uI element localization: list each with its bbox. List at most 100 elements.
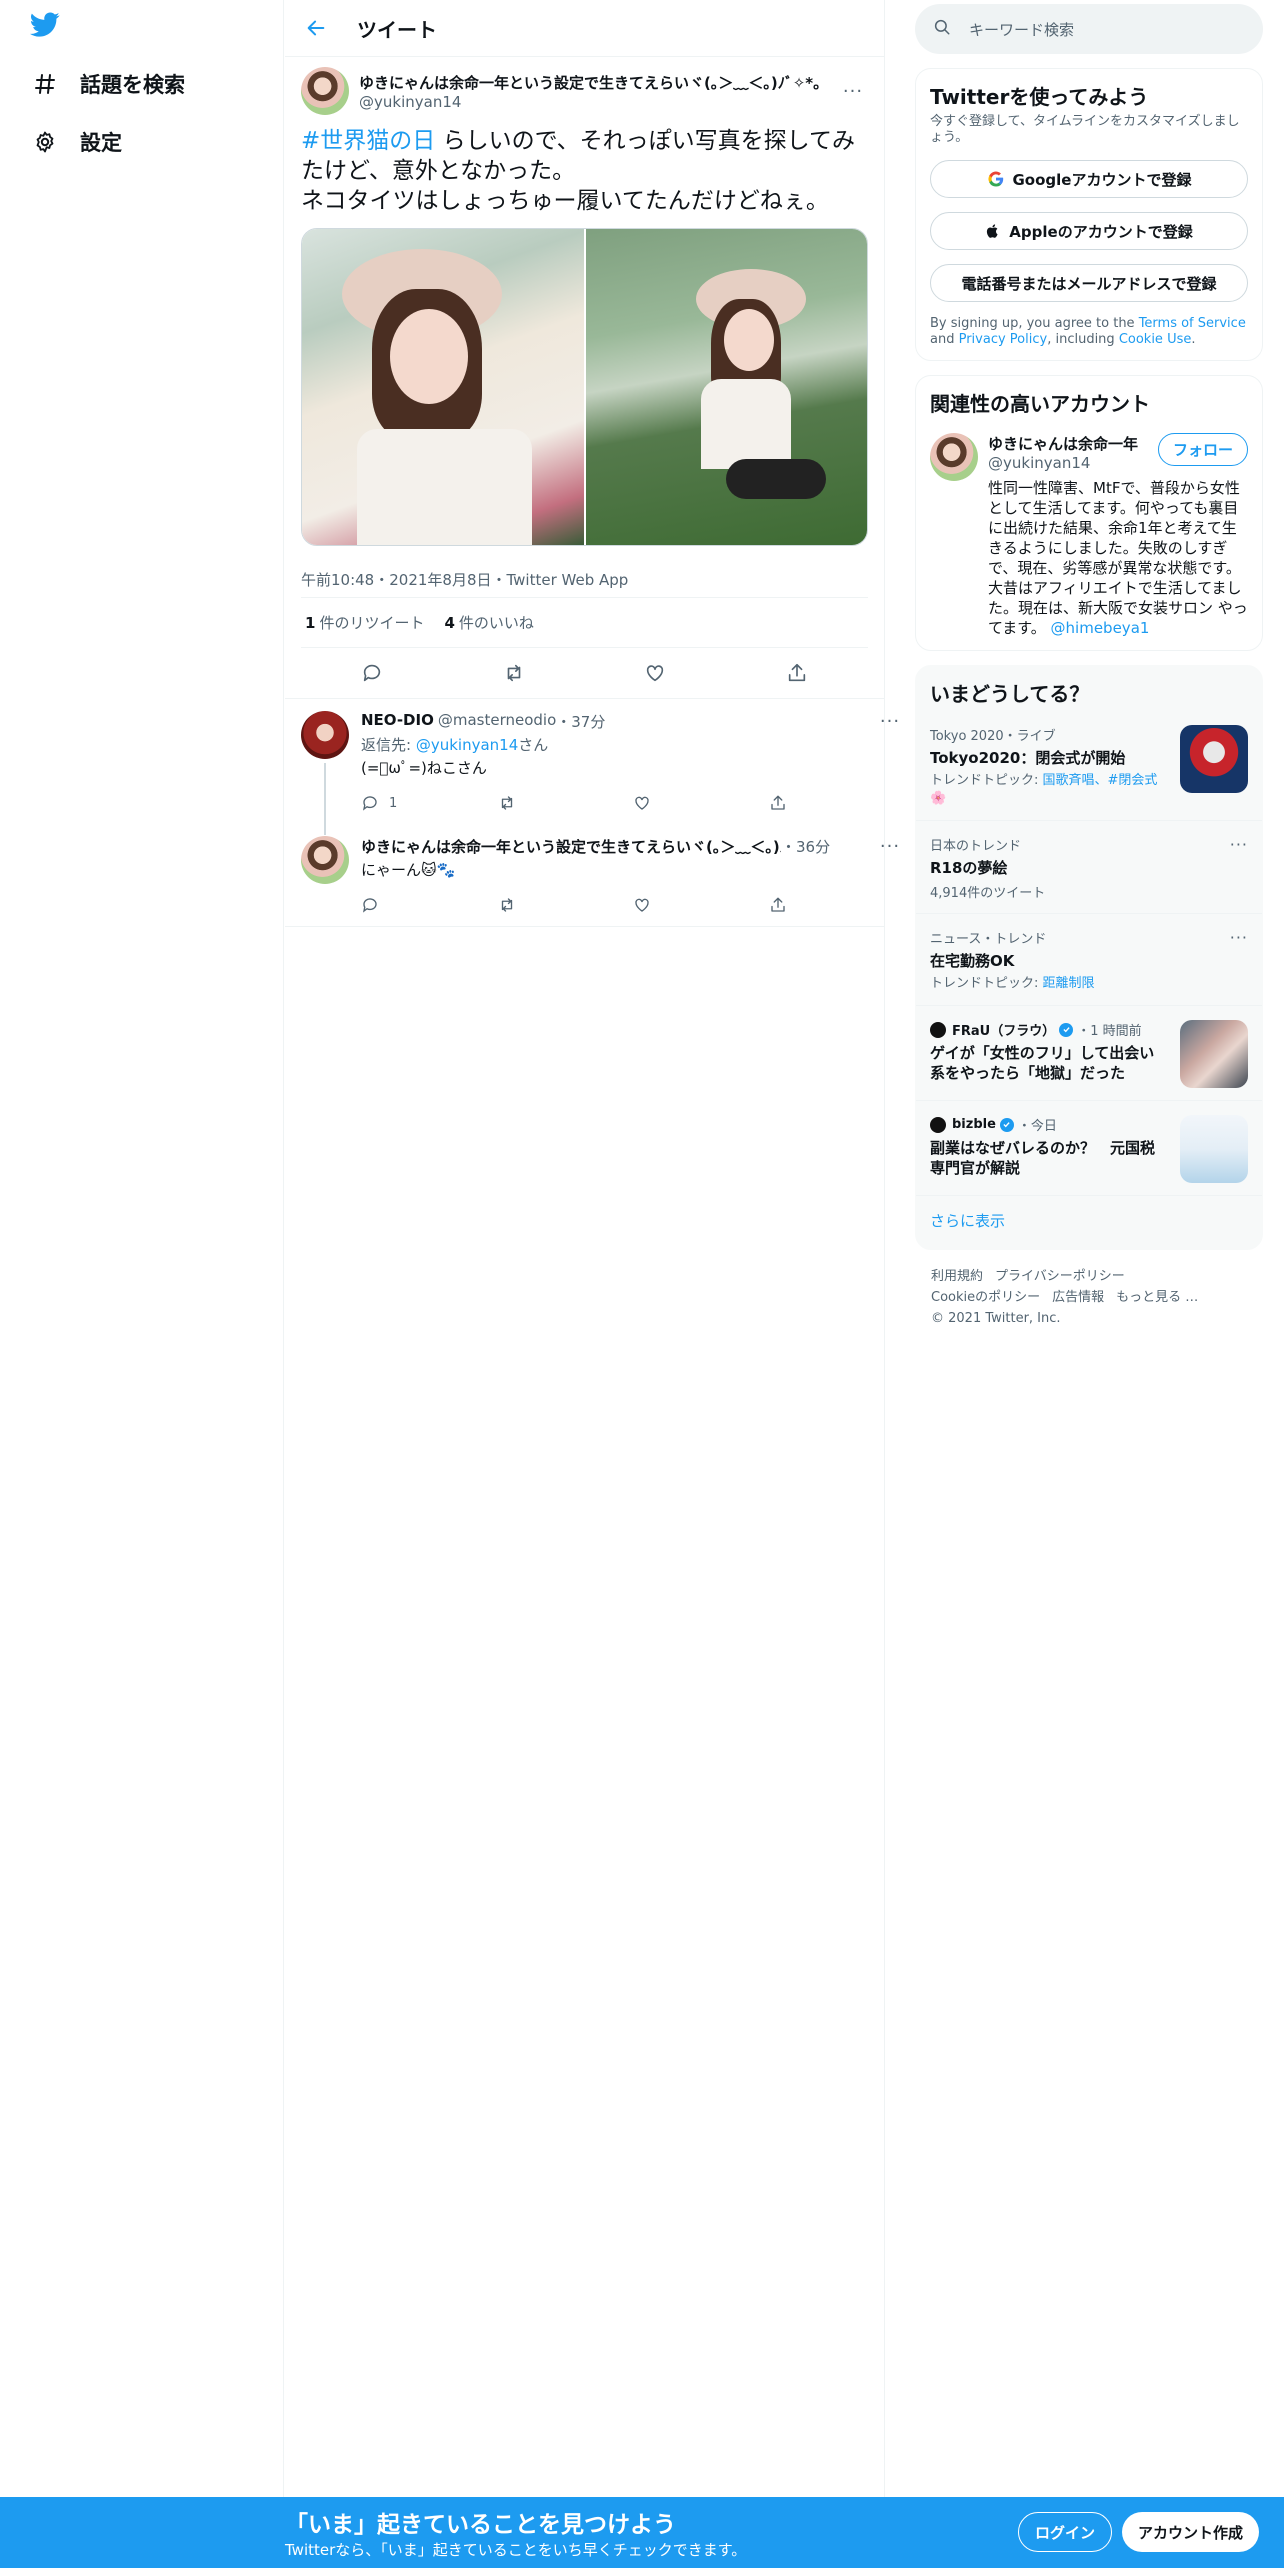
apple-signup-button[interactable]: Appleのアカウントで登録 [930,212,1248,250]
reply-tweet[interactable]: NEO-DIO @masterneodio ・37分 ··· 返信先: @yuk… [285,699,899,835]
trend-item[interactable]: bizble ・今日 副業はなぜバレるのか？ 元国税専門官が解説 [916,1101,1262,1196]
gear-icon [30,127,60,157]
news-time: ・今日 [1017,1119,1057,1134]
more-options-icon[interactable]: ··· [838,81,868,102]
trend-thumbnail [1180,1115,1248,1183]
trend-count: 4,914件のツイート [930,886,1046,901]
footer-link[interactable]: プライバシーポリシー [995,1269,1125,1284]
trend-title: 在宅勤務OK [930,952,1015,970]
retweet-icon[interactable] [497,656,531,690]
twitter-bird-icon[interactable] [30,12,64,42]
phone-email-signup-button[interactable]: 電話番号またはメールアドレスで登録 [930,264,1248,302]
trend-title: Tokyo2020：閉会式が開始 [930,749,1126,767]
google-signup-button[interactable]: Googleアカウントで登録 [930,160,1248,198]
reply-text: (=ﾟωﾟ=)ねこさん [361,759,487,777]
back-arrow-icon[interactable] [305,17,335,39]
tweet-text-line2: ネコタイツはしょっちゅー履いてたんだけどねぇ。 [301,188,829,214]
cookie-link[interactable]: Cookie Use [1119,332,1192,347]
trend-item[interactable]: ニュース・トレンド 在宅勤務OK トレンドトピック: 距離制限 ··· [916,914,1262,1006]
share-icon[interactable] [769,794,905,812]
search-input[interactable]: キーワード検索 [969,19,1074,40]
trend-topic-link[interactable]: 国歌斉唱、#閉会式 [1043,773,1158,788]
hashtag-link[interactable]: #世界猫の日 [301,128,435,154]
trend-title: 副業はなぜバレるのか？ 元国税専門官が解説 [930,1139,1156,1177]
signup-terms: By signing up, you agree to the Terms of… [930,316,1246,347]
google-icon [987,170,1005,188]
trend-item[interactable]: FRaU（フラウ） ・1 時間前 ゲイが「女性のフリ」して出会い系をやったら「地獄… [916,1006,1262,1101]
search-box[interactable]: キーワード検索 [915,4,1263,54]
bottom-bar-title: 「いま」起きていることを見つけよう [285,2512,676,2538]
signup-title: Twitterを使ってみよう [930,85,1149,109]
retweets-stat[interactable]: 1 件のリツイート [305,612,424,633]
create-account-button[interactable]: アカウント作成 [1122,2512,1260,2552]
copyright: © 2021 Twitter, Inc. [931,1311,1061,1326]
more-options-icon[interactable]: ··· [875,836,905,857]
follow-button[interactable]: フォロー [1157,433,1248,466]
page-title: ツイート [357,17,437,42]
like-icon[interactable] [638,656,672,690]
retweet-icon[interactable] [497,896,633,914]
tweet-photo-1[interactable] [302,229,584,545]
trend-meta: 日本のトレンド [930,839,1022,854]
reply-display-name[interactable]: ゆきにゃんは余命一年という設定で生きてえらいヾ(｡＞﹏＜｡)ﾉ [361,836,781,857]
nav-item-settings[interactable]: 設定 [30,117,122,167]
tweet-display-name[interactable]: ゆきにゃんは余命一年という設定で生きてえらいヾ(｡＞﹏＜｡)ﾉﾞ✧*。 [359,72,838,93]
reply-icon[interactable] [355,656,389,690]
footer-link[interactable]: もっと見る … [1116,1290,1198,1305]
retweet-icon[interactable] [497,794,633,812]
reply-time[interactable]: ・37分 [556,711,605,732]
show-more-link[interactable]: さらに表示 [930,1196,1248,1237]
reply-display-name[interactable]: NEO-DIO [361,711,434,732]
footer-link[interactable]: 利用規約 [931,1269,983,1284]
related-accounts-panel: 関連性の高いアカウント ゆきにゃんは余命一年 @yukinyan14 フォロー … [915,375,1263,651]
avatar[interactable] [301,711,349,759]
more-options-icon[interactable]: ··· [1230,928,1248,993]
related-account-handle[interactable]: @yukinyan14 [988,454,1158,472]
reply-time[interactable]: ・36分 [781,836,830,857]
trend-item[interactable]: Tokyo 2020・ライブ Tokyo2020：閉会式が開始 トレンドトピック… [916,711,1262,821]
nav-item-explore[interactable]: 話題を検索 [30,59,185,109]
more-options-icon[interactable]: ··· [875,711,905,732]
trend-title: ゲイが「女性のフリ」して出会い系をやったら「地獄」だった [930,1044,1155,1082]
likes-stat[interactable]: 4 件のいいね [444,612,533,633]
reply-icon[interactable] [361,896,497,914]
footer-links: 利用規約 プライバシーポリシー Cookieのポリシー 広告情報 もっと見る … © … [915,1266,1263,1329]
like-icon[interactable] [633,896,769,914]
main-tweet: ゆきにゃんは余命一年という設定で生きてえらいヾ(｡＞﹏＜｡)ﾉﾞ✧*。 @yuk… [285,57,884,699]
tweet-media [301,228,868,546]
tweet-handle[interactable]: @yukinyan14 [359,93,838,111]
news-time: ・1 時間前 [1077,1024,1142,1039]
tweet-timestamp[interactable]: 午前10:48・2021年8月8日・Twitter Web App [301,562,868,598]
related-account[interactable]: ゆきにゃんは余命一年 @yukinyan14 フォロー 性同一性障害、MtFで、… [930,433,1248,638]
avatar[interactable] [301,67,349,115]
tweet-photo-2[interactable] [585,229,867,545]
trend-item[interactable]: 日本のトレンド R18の夢絵 4,914件のツイート ··· [916,821,1262,914]
like-icon[interactable] [633,794,769,812]
related-account-name[interactable]: ゆきにゃんは余命一年 [988,433,1158,454]
avatar[interactable] [930,433,978,481]
reply-tweet[interactable]: ゆきにゃんは余命一年という設定で生きてえらいヾ(｡＞﹏＜｡)ﾉ ・36分 ···… [285,824,899,926]
left-navigation: 話題を検索 設定 [0,0,284,2500]
trend-topic-link[interactable]: 距離制限 [1043,976,1095,991]
avatar[interactable] [301,836,349,884]
more-options-icon[interactable]: ··· [1230,835,1248,901]
right-sidebar: キーワード検索 Twitterを使ってみよう 今すぐ登録して、タイムラインをカス… [915,0,1263,1329]
bio-mention-link[interactable]: @himebeya1 [1051,619,1150,637]
footer-link[interactable]: Cookieのポリシー [931,1290,1040,1305]
reply-to-handle-link[interactable]: @yukinyan14 [416,736,518,754]
hashtag-icon [30,69,60,99]
login-button[interactable]: ログイン [1018,2512,1113,2552]
reply-handle[interactable]: @masterneodio [438,711,556,732]
footer-link[interactable]: 広告情報 [1052,1290,1104,1305]
trend-meta: ニュース・トレンド [930,932,1047,947]
terms-link[interactable]: Terms of Service [1139,316,1246,331]
share-icon[interactable] [769,896,905,914]
reply-icon[interactable]: 1 [361,794,497,812]
privacy-link[interactable]: Privacy Policy [959,332,1048,347]
tweet-actions [301,648,868,698]
nav-label-settings: 設定 [80,131,122,155]
share-icon[interactable] [780,656,814,690]
verified-badge-icon [1059,1022,1074,1037]
trend-title: R18の夢絵 [930,859,1008,877]
apple-icon [985,222,1001,240]
